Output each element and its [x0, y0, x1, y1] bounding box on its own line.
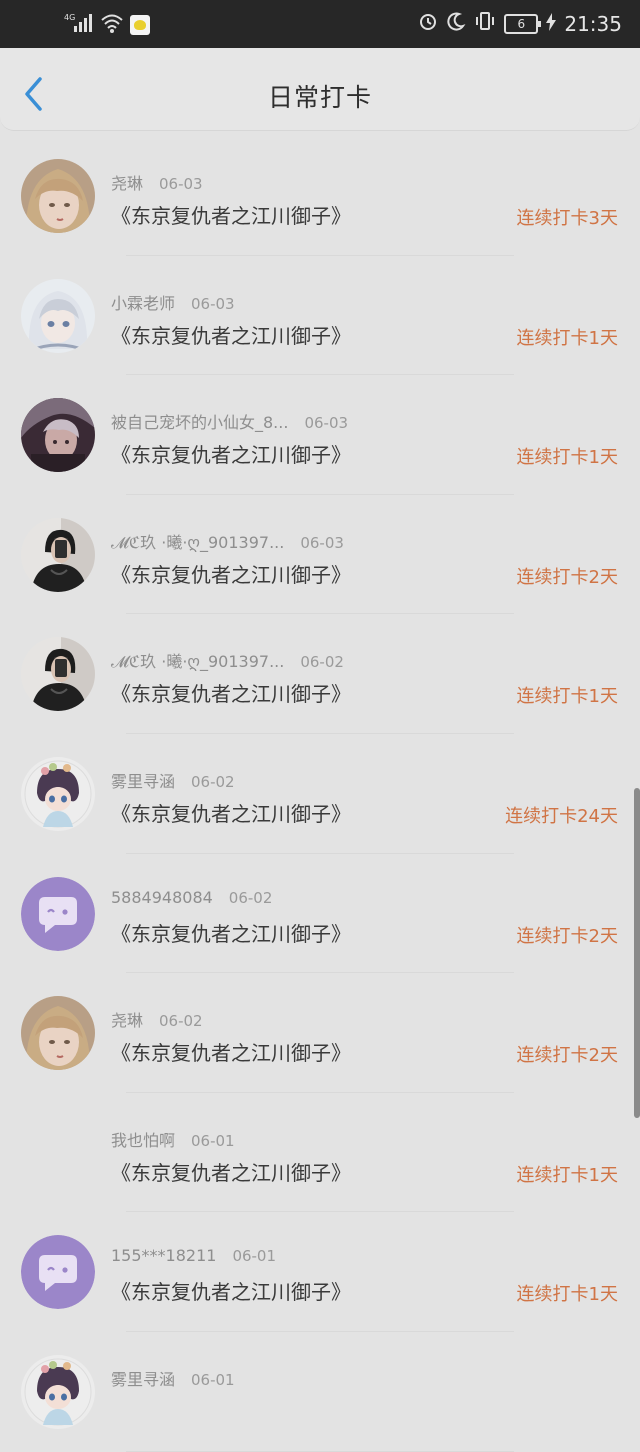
scrollbar[interactable]	[634, 788, 640, 1118]
avatar[interactable]	[21, 756, 95, 831]
list-item[interactable]: 尧琳 06-02 《东京复仇者之江川御子》 连续打卡2天	[0, 973, 640, 1093]
checkin-date: 06-01	[191, 1370, 235, 1389]
streak-label: 连续打卡3天	[516, 208, 618, 229]
list-item[interactable]: 155***18211 06-01 《东京复仇者之江川御子》 连续打卡1天	[0, 1212, 640, 1332]
nav-bar: 日常打卡	[0, 48, 640, 131]
streak-label: 连续打卡2天	[516, 925, 618, 947]
work-title: 《东京复仇者之江川御子》	[111, 323, 351, 348]
streak-label: 连续打卡1天	[516, 686, 618, 708]
streak-label: 连续打卡1天	[516, 1164, 618, 1186]
list-item[interactable]: 尧琳 06-03 《东京复仇者之江川御子》 连续打卡3天	[0, 136, 640, 256]
checkin-date: 06-02	[191, 772, 235, 791]
avatar[interactable]	[21, 1116, 95, 1190]
checkin-date: 06-03	[191, 294, 235, 313]
item-meta: 被自己宠坏的小仙女_8... 06-03	[111, 409, 348, 433]
status-left: 4G	[64, 12, 150, 38]
moon-icon	[446, 11, 466, 36]
streak-label: 连续打卡1天	[516, 1284, 618, 1306]
work-title: 《东京复仇者之江川御子》	[111, 1041, 351, 1066]
item-meta: 小霖老师 06-03	[111, 290, 235, 314]
streak-label: 连续打卡24天	[505, 805, 618, 827]
work-title: 《东京复仇者之江川御子》	[111, 562, 351, 587]
checkin-date: 06-02	[228, 888, 273, 907]
streak-label: 连续打卡1天	[516, 327, 618, 349]
page-title: 日常打卡	[267, 83, 372, 112]
username[interactable]: 𝓜ℭ玖 ·曦·ღ_901397...	[111, 652, 284, 671]
status-right: 6 21:35	[418, 11, 622, 36]
list-item[interactable]: 我也怕啊 06-01 《东京复仇者之江川御子》 连续打卡1天	[0, 1093, 640, 1213]
vibrate-icon	[474, 11, 496, 36]
item-meta: 雾里寻涵 06-01	[111, 1366, 235, 1390]
streak-label: 连续打卡2天	[516, 566, 618, 588]
work-title: 《东京复仇者之江川御子》	[111, 801, 351, 826]
checkin-date: 06-03	[304, 414, 349, 433]
charging-icon	[546, 12, 557, 36]
item-meta: 155***18211 06-01	[111, 1246, 276, 1265]
list-item[interactable]: 𝓜ℭ玖 ·曦·ღ_901397... 06-03 《东京复仇者之江川御子》 连续打卡2…	[0, 495, 640, 615]
checkin-date: 06-03	[300, 533, 344, 552]
work-title: 《东京复仇者之江川御子》	[111, 1280, 351, 1305]
avatar[interactable]	[21, 996, 95, 1071]
status-bar: 4G 6 21:35	[0, 0, 640, 48]
username[interactable]: 我也怕啊	[111, 1131, 175, 1150]
work-title: 《东京复仇者之江川御子》	[111, 204, 351, 228]
item-meta: 5884948084 06-02	[111, 888, 272, 907]
checkin-date: 06-02	[300, 653, 344, 672]
svg-text:4G: 4G	[64, 13, 75, 22]
item-meta: 尧琳 06-02	[111, 1007, 203, 1031]
item-meta: 尧琳 06-03	[111, 170, 203, 194]
list-item[interactable]: 𝓜ℭ玖 ·曦·ღ_901397... 06-02 《东京复仇者之江川御子》 连续打卡1…	[0, 614, 640, 734]
avatar[interactable]	[21, 398, 95, 473]
streak-label: 连续打卡1天	[516, 447, 618, 469]
username[interactable]: 雾里寻涵	[111, 1370, 175, 1389]
work-title: 《东京复仇者之江川御子》	[111, 682, 351, 707]
list-item[interactable]: 5884948084 06-02 《东京复仇者之江川御子》 连续打卡2天	[0, 854, 640, 974]
username[interactable]: 𝓜ℭ玖 ·曦·ღ_901397...	[111, 533, 284, 552]
list-item[interactable]: 小霖老师 06-03 《东京复仇者之江川御子》 连续打卡1天	[0, 256, 640, 376]
username[interactable]: 155***18211	[111, 1246, 216, 1265]
avatar[interactable]	[21, 637, 95, 712]
username[interactable]: 雾里寻涵	[111, 772, 175, 791]
clock: 21:35	[564, 11, 622, 36]
checkin-date: 06-02	[159, 1012, 203, 1031]
work-title: 《东京复仇者之江川御子》	[111, 443, 351, 468]
avatar[interactable]	[21, 517, 95, 592]
list-item[interactable]: 雾里寻涵 06-01	[0, 1332, 640, 1452]
list-item[interactable]: 被自己宠坏的小仙女_8... 06-03 《东京复仇者之江川御子》 连续打卡1天	[0, 375, 640, 495]
avatar[interactable]	[21, 876, 95, 951]
checkin-date: 06-01	[232, 1247, 277, 1266]
item-meta: 𝓜ℭ玖 ·曦·ღ_901397... 06-03	[111, 529, 344, 553]
username[interactable]: 5884948084	[111, 888, 213, 907]
avatar[interactable]	[21, 1235, 95, 1310]
avatar[interactable]	[21, 278, 95, 353]
app-notification-icon	[130, 15, 150, 35]
item-meta: 我也怕啊 06-01	[111, 1127, 235, 1151]
avatar[interactable]	[21, 1354, 95, 1429]
checkin-date: 06-03	[159, 175, 203, 193]
checkin-date: 06-01	[191, 1131, 235, 1150]
work-title: 《东京复仇者之江川御子》	[111, 921, 351, 946]
alarm-icon	[418, 11, 438, 36]
battery-icon: 6	[504, 13, 542, 34]
username[interactable]: 小霖老师	[111, 294, 175, 313]
wifi-icon	[100, 13, 124, 37]
checkin-list: 尧琳 06-03 《东京复仇者之江川御子》 连续打卡3天小霖老师 06-03 《东京复仇者…	[0, 136, 640, 1452]
streak-label: 连续打卡2天	[516, 1045, 618, 1067]
work-title: 《东京复仇者之江川御子》	[111, 1160, 351, 1185]
username[interactable]: 被自己宠坏的小仙女_8...	[111, 413, 288, 432]
item-meta: 𝓜ℭ玖 ·曦·ღ_901397... 06-02	[111, 648, 344, 672]
username[interactable]: 尧琳	[111, 1011, 143, 1030]
username[interactable]: 尧琳	[111, 174, 143, 193]
signal-icon: 4G	[64, 12, 94, 38]
list-item[interactable]: 雾里寻涵 06-02 《东京复仇者之江川御子》 连续打卡24天	[0, 734, 640, 854]
avatar[interactable]	[21, 159, 95, 233]
item-meta: 雾里寻涵 06-02	[111, 768, 235, 792]
